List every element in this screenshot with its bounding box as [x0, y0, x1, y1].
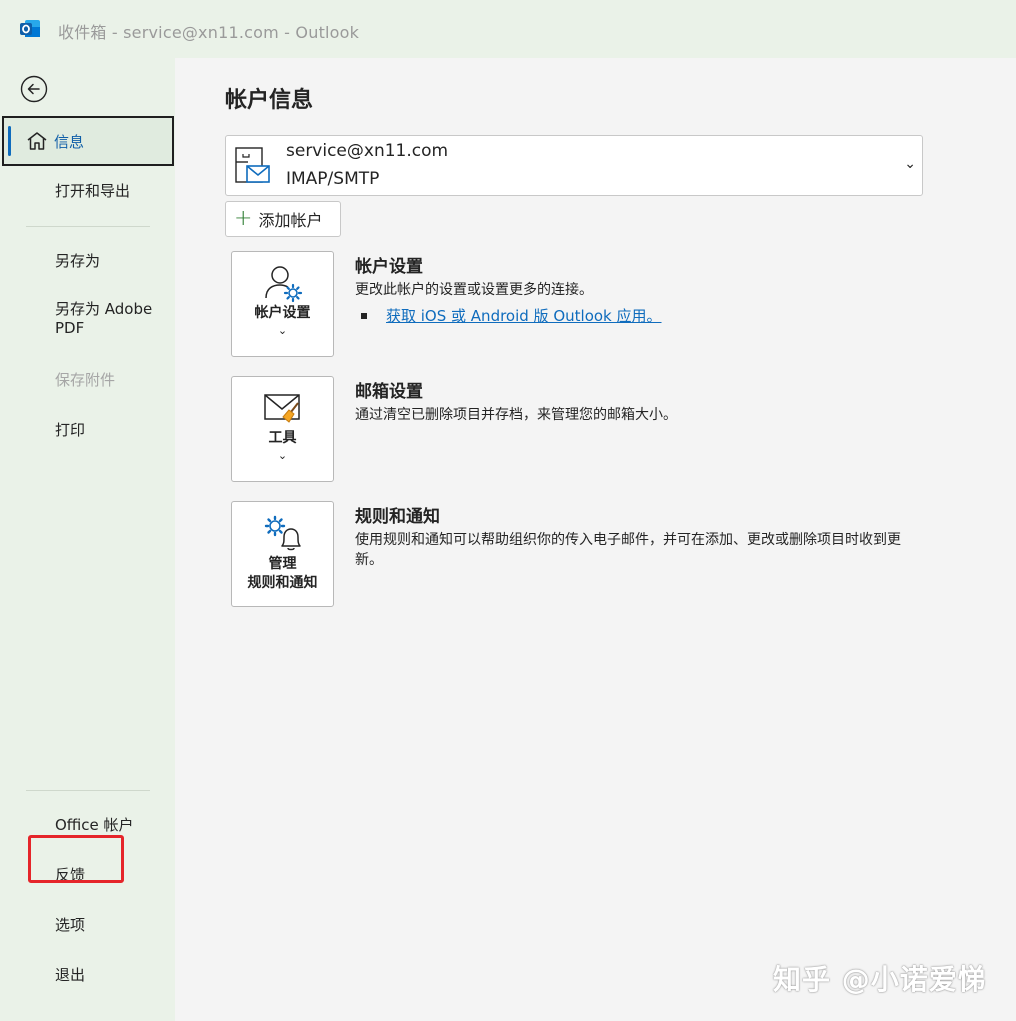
chevron-down-icon: ⌄ [277, 324, 288, 337]
window-title: 收件箱 - service@xn11.com - Outlook [58, 23, 360, 42]
sidebar-item-print[interactable]: 打印 [0, 404, 175, 454]
sidebar-item-label: 另存为 [55, 251, 101, 270]
user-gear-icon [265, 266, 303, 303]
account-settings-button-label: 帐户设置 [254, 305, 311, 321]
title-bar: 收件箱 - service@xn11.com - Outlook [0, 0, 1016, 58]
sidebar-item-label: 另存为 Adobe PDF [55, 300, 153, 337]
back-arrow-icon[interactable] [20, 75, 48, 103]
app-link-row: 获取 iOS 或 Android 版 Outlook 应用。 [361, 305, 662, 326]
manage-rules-button[interactable]: 管理 规则和通知 [231, 501, 334, 607]
account-settings-title: 帐户设置 [355, 257, 423, 277]
mailbox-icon [235, 147, 270, 183]
sidebar-item-save-attachments: 保存附件 [0, 354, 175, 404]
mail-broom-icon [264, 394, 300, 423]
plus-icon: + [234, 206, 253, 231]
sidebar-item-save-as[interactable]: 另存为 [0, 235, 175, 285]
page-title: 帐户信息 [225, 88, 314, 113]
sidebar-item-options[interactable]: 选项 [0, 899, 175, 949]
sidebar-divider [26, 226, 150, 227]
account-type: IMAP/SMTP [286, 169, 380, 189]
sidebar-item-label: Office 帐户 [55, 815, 134, 834]
account-dropdown[interactable]: service@xn11.com IMAP/SMTP ⌄ [225, 135, 923, 196]
sidebar-item-exit[interactable]: 退出 [0, 949, 175, 999]
mailbox-settings-title: 邮箱设置 [355, 382, 423, 402]
sidebar-item-open-export[interactable]: 打开和导出 [0, 165, 175, 215]
account-settings-description: 更改此帐户的设置或设置更多的连接。 [355, 282, 593, 298]
home-icon [27, 132, 47, 150]
rules-alerts-title: 规则和通知 [355, 507, 440, 527]
sidebar-item-label: 保存附件 [55, 370, 116, 389]
mailbox-settings-description: 通过清空已删除项目并存档，来管理您的邮箱大小。 [355, 407, 677, 423]
gear-bell-icon [264, 515, 301, 551]
sidebar-item-label: 信息 [54, 132, 85, 151]
get-mobile-app-link[interactable]: 获取 iOS 或 Android 版 Outlook 应用。 [386, 305, 662, 326]
sidebar-item-label: 退出 [55, 965, 86, 984]
main-content: 帐户信息 service@xn11.com IMAP/SMTP ⌄ + 添加帐户 [175, 58, 1016, 1021]
sidebar-divider [26, 790, 150, 791]
rules-alerts-description: 使用规则和通知可以帮助组织你的传入电子邮件，并可在添加、更改或删除项目时收到更新… [355, 532, 901, 568]
chevron-down-icon: ⌄ [904, 156, 916, 172]
outlook-icon [20, 20, 40, 37]
annotation-highlight [28, 835, 124, 883]
manage-rules-button-label-line1: 管理 [268, 556, 297, 572]
add-account-button[interactable]: + 添加帐户 [225, 201, 341, 237]
account-settings-button[interactable]: 帐户设置 ⌄ [231, 251, 334, 357]
add-account-label: 添加帐户 [258, 211, 323, 230]
watermark: 知乎 @小诺爱悌 [773, 963, 987, 996]
sidebar-item-label: 选项 [55, 915, 86, 934]
sidebar-item-save-as-pdf[interactable]: 另存为 Adobe PDF [0, 300, 170, 344]
tools-button-label: 工具 [268, 430, 297, 446]
chevron-down-icon: ⌄ [277, 449, 288, 462]
manage-rules-button-label-line2: 规则和通知 [247, 575, 318, 591]
account-email: service@xn11.com [286, 141, 449, 161]
tools-button[interactable]: 工具 ⌄ [231, 376, 334, 482]
bullet-icon [361, 312, 367, 319]
sidebar-item-label: 打印 [55, 420, 86, 439]
sidebar-item-info[interactable]: 信息 [2, 116, 174, 166]
sidebar-item-label: 打开和导出 [55, 181, 131, 200]
